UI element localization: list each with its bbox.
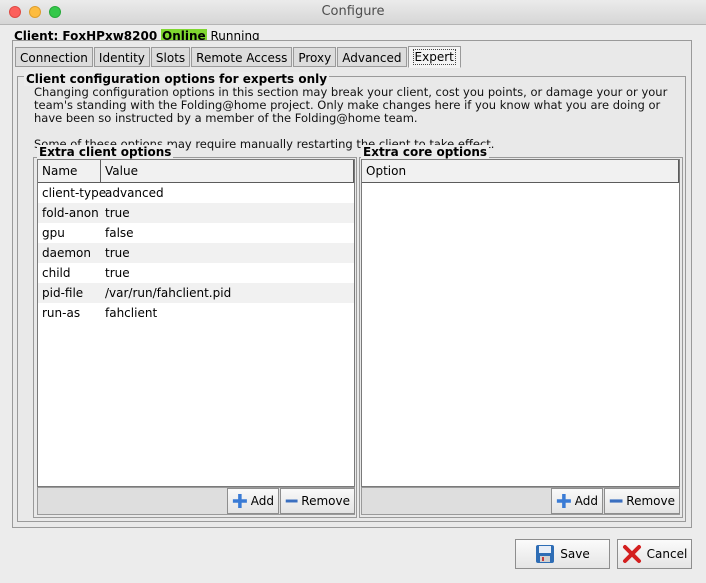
client-remove-button[interactable]: Remove xyxy=(280,488,355,514)
column-header-value[interactable]: Value xyxy=(101,160,354,182)
expert-description: Changing configuration options in this s… xyxy=(34,86,674,151)
client-option-row[interactable]: fold-anon true xyxy=(38,203,354,223)
cancel-button[interactable]: Cancel xyxy=(617,539,692,569)
add-icon xyxy=(232,493,247,509)
remove-icon xyxy=(285,499,298,503)
client-option-row[interactable]: client-type advanced xyxy=(38,183,354,203)
option-name-cell: run-as xyxy=(42,306,81,320)
tab-identity[interactable]: Identity xyxy=(93,47,150,67)
option-value-cell: advanced xyxy=(105,186,164,200)
client-option-row[interactable]: daemon true xyxy=(38,243,354,263)
client-option-row[interactable]: gpu false xyxy=(38,223,354,243)
option-value-cell: true xyxy=(105,206,130,220)
option-value-cell: /var/run/fahclient.pid xyxy=(105,286,232,300)
remove-icon xyxy=(609,499,623,503)
core-options-title: Extra core options xyxy=(361,145,490,159)
option-value-cell: fahclient xyxy=(105,306,158,320)
core-remove-button[interactable]: Remove xyxy=(604,488,680,514)
core-options-table[interactable]: Option xyxy=(361,159,680,487)
option-value-cell: true xyxy=(105,266,130,280)
option-value-cell: true xyxy=(105,246,130,260)
warning-text: Changing configuration options in this s… xyxy=(34,85,668,125)
title-bar: Configure xyxy=(0,0,706,25)
option-name-cell: client-type xyxy=(42,186,107,200)
option-name-cell: pid-file xyxy=(42,286,84,300)
tab-expert[interactable]: Expert xyxy=(407,46,461,68)
window-title: Configure xyxy=(321,4,385,19)
client-option-row[interactable]: run-as fahclient xyxy=(38,303,354,323)
client-options-rows: client-type advanced fold-anon true gpu false… xyxy=(38,183,354,323)
option-name-cell: gpu xyxy=(42,226,65,240)
option-name-cell: daemon xyxy=(42,246,91,260)
column-header-name[interactable]: Name xyxy=(38,160,101,182)
option-name-cell: child xyxy=(42,266,71,280)
tab-connection[interactable]: Connection xyxy=(15,47,93,67)
client-options-table[interactable]: Name Value client-type advanced fold-anon t… xyxy=(37,159,355,487)
core-options-header: Option xyxy=(362,160,679,183)
floppy-disk-icon xyxy=(536,545,555,563)
save-button[interactable]: Save xyxy=(515,539,610,569)
client-option-row[interactable]: pid-file/var/run/fahclient.pid xyxy=(38,283,354,303)
core-add-button[interactable]: Add xyxy=(551,488,603,514)
add-icon xyxy=(556,493,571,509)
expert-group-title: Client configuration options for experts… xyxy=(24,72,330,86)
tab-slots[interactable]: Slots xyxy=(150,47,191,67)
column-header-option[interactable]: Option xyxy=(362,160,679,182)
client-options-header: Name Value xyxy=(38,160,354,183)
cancel-x-icon xyxy=(622,545,641,563)
tab-bar: Connection Identity Slots Remote Access … xyxy=(15,46,462,68)
tab-advanced[interactable]: Advanced xyxy=(337,47,407,67)
option-value-cell: false xyxy=(105,226,134,240)
tab-remote-access[interactable]: Remote Access xyxy=(191,47,293,67)
tab-proxy[interactable]: Proxy xyxy=(293,47,337,67)
client-options-title: Extra client options xyxy=(37,145,174,159)
option-name-cell: fold-anon xyxy=(42,206,99,220)
client-option-row[interactable]: child true xyxy=(38,263,354,283)
client-add-button[interactable]: Add xyxy=(227,488,279,514)
